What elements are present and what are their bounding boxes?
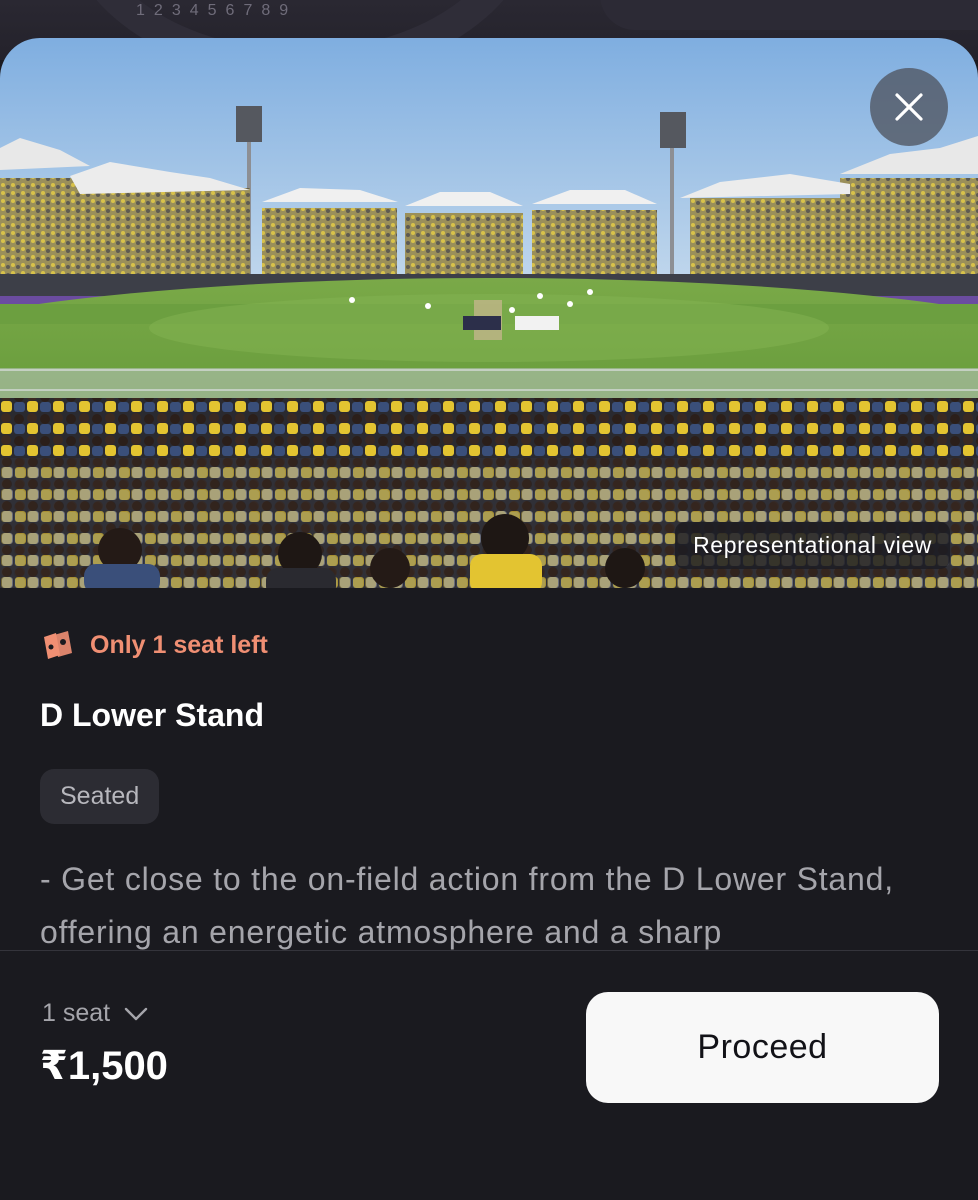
close-button[interactable] bbox=[870, 68, 948, 146]
seat-number: 1 bbox=[136, 2, 145, 19]
seat-number: 2 bbox=[153, 2, 163, 19]
close-icon bbox=[895, 93, 923, 121]
background-shape bbox=[600, 0, 978, 30]
chevron-down-icon bbox=[124, 1007, 148, 1020]
seat-number: 3 bbox=[171, 2, 181, 19]
seat-count-label: 1 seat bbox=[42, 999, 111, 1027]
seat-number: 5 bbox=[207, 2, 217, 19]
background-seat-numbers: 1 2 3 4 5 6 7 8 9 bbox=[136, 2, 288, 20]
seat-number: 6 bbox=[225, 2, 235, 19]
seat-number: 8 bbox=[261, 2, 271, 19]
proceed-button[interactable]: Proceed bbox=[586, 992, 939, 1103]
seats-left-indicator: Only 1 seat left bbox=[40, 629, 268, 661]
stand-details-sheet: Representational view Only 1 seat left D… bbox=[0, 38, 978, 1200]
seat-number: 7 bbox=[243, 2, 253, 19]
seats-left-text: Only 1 seat left bbox=[90, 630, 268, 659]
seat-count-dropdown[interactable]: 1 seat bbox=[42, 999, 148, 1028]
stand-name: D Lower Stand bbox=[40, 697, 265, 733]
price-label: ₹1,500 bbox=[40, 1044, 168, 1088]
seat-number: 9 bbox=[279, 2, 289, 19]
seat-number: 4 bbox=[189, 2, 199, 19]
representational-view-badge: Representational view bbox=[675, 522, 950, 569]
ticket-icon bbox=[44, 631, 72, 659]
seating-type-chip: Seated bbox=[40, 769, 160, 824]
checkout-footer: 1 seat ₹1,500 Proceed bbox=[0, 950, 978, 1200]
stand-description: - Get close to the on-field action from … bbox=[40, 861, 894, 950]
stadium-image: Representational view bbox=[0, 38, 978, 588]
stadium-illustration bbox=[0, 38, 978, 588]
